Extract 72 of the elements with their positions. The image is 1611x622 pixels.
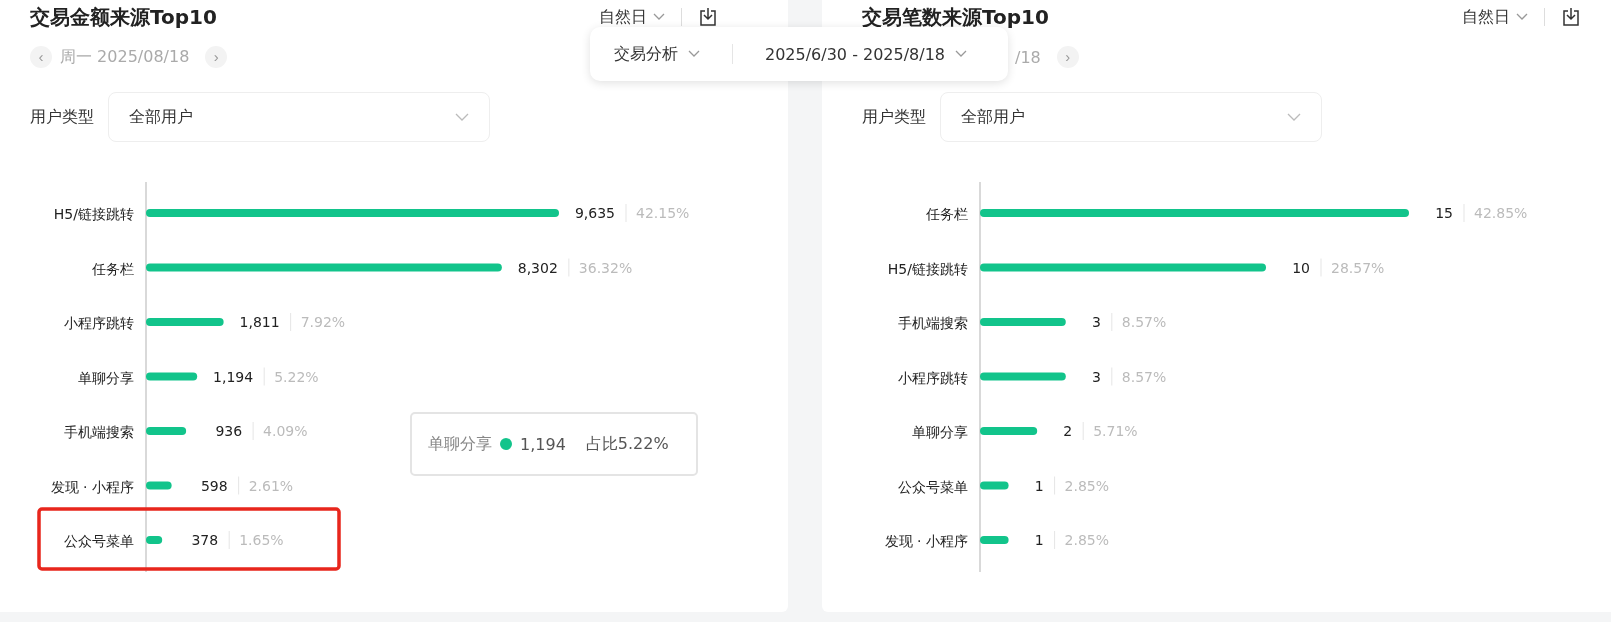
chevron-down-icon: [1516, 13, 1528, 21]
value-label: 1,811: [239, 314, 280, 330]
category-label: 单聊分享: [78, 369, 134, 386]
category-label: 小程序跳转: [898, 369, 968, 386]
user-type-select[interactable]: 全部用户: [940, 92, 1322, 142]
value-label: 3: [1091, 368, 1101, 385]
percent-label: 42.85%: [1474, 205, 1528, 221]
download-icon[interactable]: [1561, 7, 1581, 27]
value-label: 1,194: [213, 368, 254, 385]
value-label: 598: [200, 477, 228, 494]
percent-label: 8.57%: [1121, 314, 1167, 330]
category-label: 手机端搜索: [898, 315, 968, 331]
category-label: 公众号菜单: [898, 478, 968, 495]
percent-label: 2.85%: [1064, 477, 1110, 494]
bar: [146, 536, 163, 544]
period-dropdown[interactable]: 自然日: [1462, 6, 1528, 28]
category-label: 手机端搜索: [64, 424, 134, 440]
category-label: 任务栏: [926, 206, 968, 222]
user-type-select[interactable]: 全部用户: [108, 92, 490, 142]
category-label: 公众号菜单: [64, 533, 134, 549]
value-label: 10: [1292, 259, 1310, 276]
bar: [980, 481, 1009, 490]
percent-label: 36.32%: [578, 259, 633, 276]
analysis-dropdown[interactable]: 交易分析: [614, 43, 700, 65]
download-icon[interactable]: [698, 7, 718, 27]
value-label: 1: [1034, 477, 1044, 494]
percent-label: 5.22%: [274, 368, 319, 385]
category-label: 发现 · 小程序: [884, 533, 968, 549]
chart-title: 交易笔数来源Top10: [862, 3, 1049, 31]
period-dropdown[interactable]: 自然日: [599, 6, 665, 28]
bar: [980, 536, 1009, 544]
chevron-down-icon: [455, 113, 469, 121]
category-label: 发现 · 小程序: [50, 478, 134, 495]
percent-label: 4.09%: [263, 423, 308, 439]
bar: [980, 427, 1038, 435]
percent-label: 2.61%: [248, 477, 294, 494]
tooltip-label: 单聊分享: [428, 433, 492, 455]
tooltip-value: 1,194: [520, 434, 566, 454]
value-label: 15: [1435, 205, 1453, 221]
bar: [146, 481, 172, 490]
category-label: 任务栏: [92, 260, 134, 277]
value-label: 9,635: [574, 205, 615, 221]
date-label: 周一 2025/08/18: [60, 46, 190, 68]
value-label: 936: [215, 423, 243, 439]
percent-label: 7.92%: [300, 314, 346, 330]
chevron-down-icon: [955, 50, 968, 58]
category-label: 单聊分享: [912, 424, 968, 440]
chevron-down-icon: [688, 50, 700, 58]
bar: [146, 372, 198, 381]
filter-label: 用户类型: [30, 106, 94, 128]
tooltip-share: 占比5.22%: [585, 433, 669, 455]
percent-label: 8.57%: [1121, 368, 1167, 385]
date-label: /18: [1015, 47, 1041, 67]
bar: [146, 427, 187, 435]
value-label: 8,302: [517, 259, 558, 276]
date-range-dropdown[interactable]: 2025/6/30 - 2025/8/18: [765, 44, 968, 64]
percent-label: 28.57%: [1331, 259, 1385, 276]
value-label: 3: [1091, 314, 1101, 330]
category-label: 小程序跳转: [64, 315, 134, 331]
chart-title: 交易金额来源Top10: [30, 3, 217, 31]
category-label: H5/链接跳转: [53, 206, 134, 222]
category-label: H5/链接跳转: [887, 260, 968, 277]
chevron-down-icon: [653, 13, 665, 21]
value-label: 378: [191, 532, 219, 548]
percent-label: 5.71%: [1093, 423, 1138, 439]
value-label: 1: [1034, 532, 1044, 548]
value-label: 2: [1063, 423, 1073, 439]
percent-label: 1.65%: [239, 532, 284, 548]
chevron-down-icon: [1287, 113, 1301, 121]
percent-label: 42.15%: [636, 205, 690, 221]
filter-label: 用户类型: [862, 106, 926, 128]
percent-label: 2.85%: [1064, 532, 1110, 548]
